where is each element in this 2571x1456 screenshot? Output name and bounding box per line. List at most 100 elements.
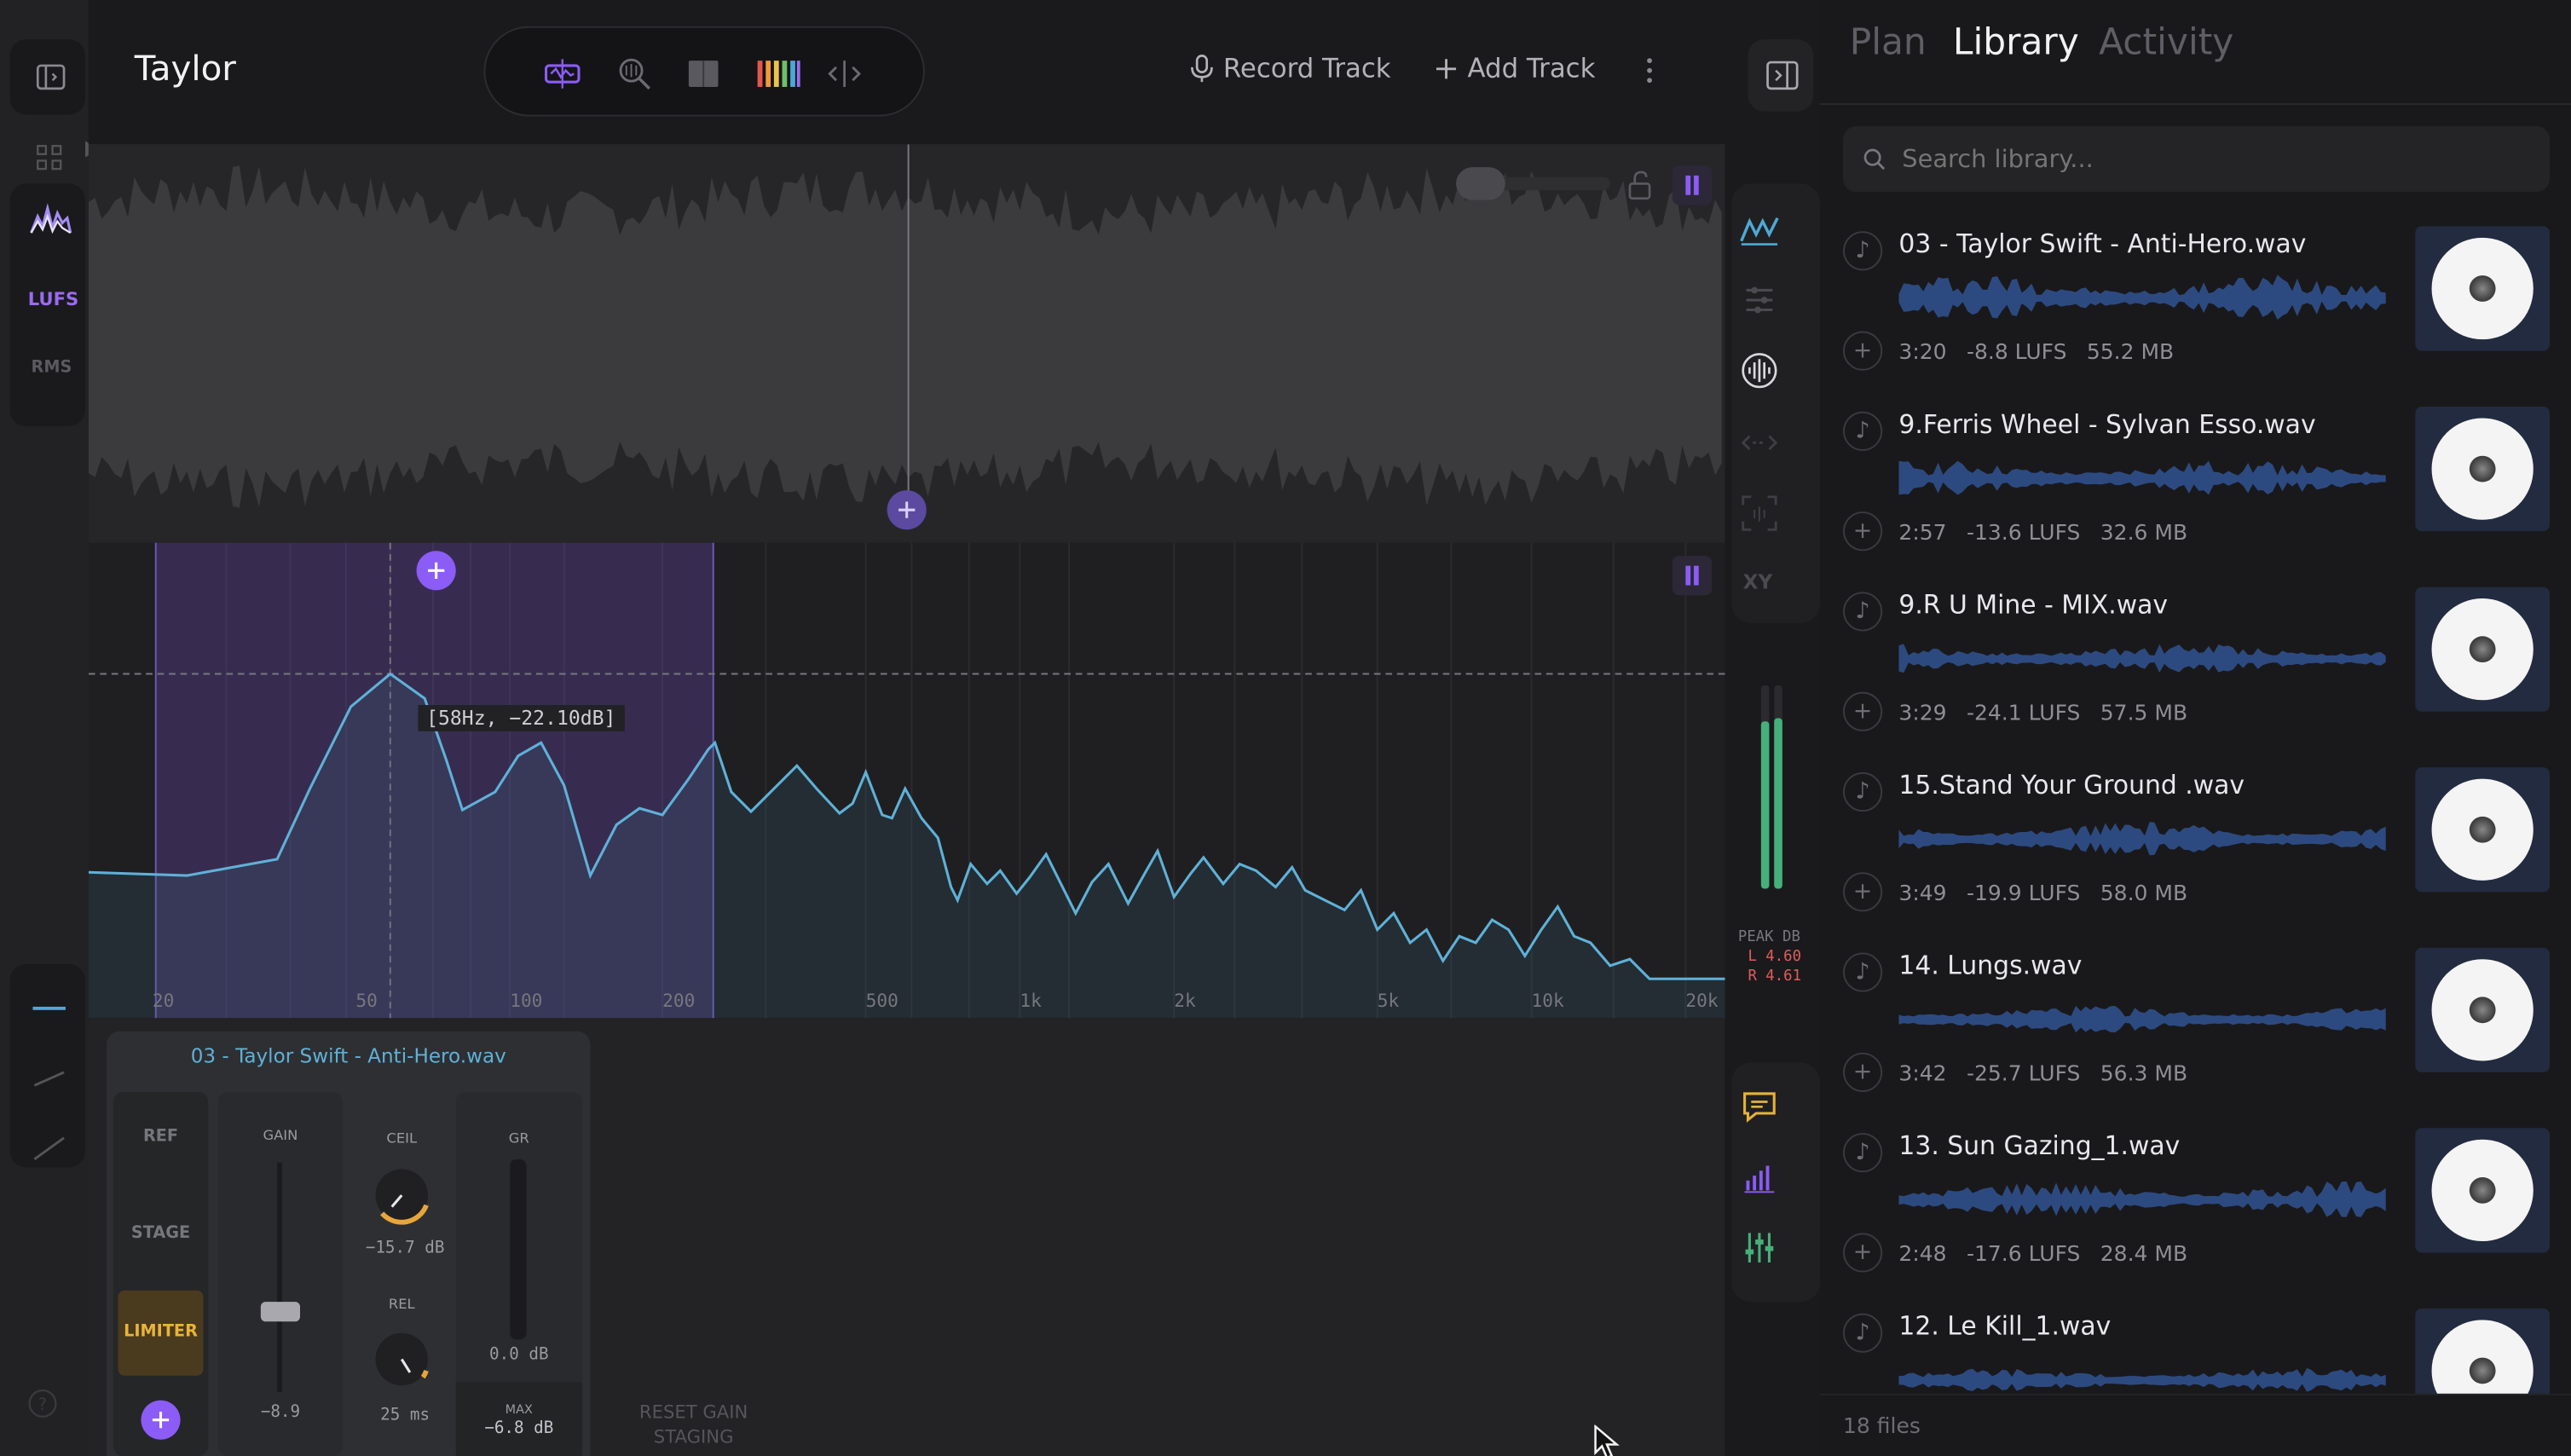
frequency-tick-label: 20k <box>1685 990 1719 1012</box>
tab-library[interactable]: Library <box>1953 23 2079 64</box>
gain-fader-track[interactable] <box>277 1162 282 1392</box>
waveform-peaks-icon[interactable] <box>30 203 72 240</box>
pause-icon <box>1685 565 1699 586</box>
list-item[interactable]: ♪ 13. Sun Gazing_1.wav + 2:48 -17.6 LUFS… <box>1820 1128 2571 1309</box>
add-to-plan-button[interactable]: + <box>1843 872 1883 912</box>
compare-view-icon[interactable] <box>826 55 862 91</box>
tab-activity[interactable]: Activity <box>2099 23 2233 64</box>
zoom-slider[interactable] <box>1456 167 1610 200</box>
peak-right: R 4.61 <box>1748 968 1801 985</box>
list-item[interactable]: ♪ 9.Ferris Wheel - Sylvan Esso.wav + 2:5… <box>1820 407 2571 587</box>
audio-file-icon[interactable]: ♪ <box>1843 592 1883 632</box>
plus-icon <box>428 562 445 579</box>
spectrum-analyzer[interactable]: [58Hz, −22.10dB] 20 50 100 200 500 1k 2k 5k 10k 2… <box>88 542 1725 1019</box>
lufs-toggle[interactable]: LUFS <box>28 289 79 310</box>
spectrum-pause-button[interactable] <box>1672 556 1713 596</box>
audio-file-icon[interactable]: ♪ <box>1843 952 1883 992</box>
ceil-knob[interactable] <box>369 1163 435 1228</box>
ref-button[interactable]: REF <box>113 1128 209 1146</box>
more-options-icon[interactable] <box>1641 55 1657 85</box>
svg-text:?: ? <box>38 1395 47 1414</box>
max-label: MAX <box>505 1401 533 1417</box>
search-box <box>1843 126 2551 193</box>
grid-icon[interactable] <box>32 141 65 173</box>
xy-toggle[interactable]: XY <box>1743 570 1773 593</box>
spectrogram-view-icon[interactable] <box>756 55 802 91</box>
audio-file-icon[interactable]: ♪ <box>1843 411 1883 451</box>
unlock-icon[interactable] <box>1626 170 1653 200</box>
stereo-view-icon[interactable] <box>685 55 721 91</box>
file-name: 9.Ferris Wheel - Sylvan Esso.wav <box>1898 409 2316 440</box>
search-input[interactable] <box>1902 126 2542 193</box>
list-item[interactable]: ♪ 03 - Taylor Swift - Anti-Hero.wav + 3:… <box>1820 226 2571 407</box>
record-track-label: Record Track <box>1222 52 1391 84</box>
waveform-view-icon[interactable] <box>544 55 581 91</box>
cursor-readout: [58Hz, −22.10dB] <box>418 705 625 731</box>
record-track-button[interactable]: Record Track <box>1190 52 1391 84</box>
gr-label: GR <box>508 1131 529 1148</box>
level-meter-right <box>1774 718 1782 889</box>
stage-button[interactable]: STAGE <box>113 1225 209 1243</box>
bar-chart-icon[interactable] <box>1735 1153 1784 1202</box>
audio-file-icon[interactable]: ♪ <box>1843 1313 1883 1353</box>
mini-waveform <box>1898 274 2386 320</box>
file-duration: 3:42 <box>1898 1062 1947 1088</box>
reset-gain-staging-button[interactable]: RESET GAIN STAGING <box>627 1401 761 1450</box>
focus-frame-icon[interactable] <box>1735 488 1784 538</box>
zoom-slider-handle[interactable] <box>1456 167 1505 200</box>
list-item[interactable]: ♪ 14. Lungs.wav + 3:42 -25.7 LUFS 56.3 M… <box>1820 947 2571 1129</box>
album-cover <box>2415 407 2551 532</box>
file-name: 13. Sun Gazing_1.wav <box>1898 1131 2181 1161</box>
line-style-slope-2[interactable] <box>32 1135 65 1161</box>
mixer-sliders-icon[interactable] <box>1735 1223 1784 1273</box>
comment-icon[interactable] <box>1735 1082 1784 1131</box>
line-style-slope-1[interactable] <box>32 1066 65 1089</box>
disc-icon <box>2431 778 2533 881</box>
library-footer <box>1820 1393 2571 1456</box>
album-cover <box>2415 767 2551 893</box>
waveform-view[interactable] <box>88 144 1725 543</box>
panel-toggle-icon[interactable] <box>1758 51 1807 101</box>
add-to-plan-button[interactable]: + <box>1843 1052 1883 1092</box>
gain-fader-handle[interactable] <box>260 1302 301 1322</box>
limiter-button[interactable]: LIMITER <box>118 1290 204 1376</box>
add-to-plan-button[interactable]: + <box>1843 331 1883 371</box>
add-to-plan-button[interactable]: + <box>1843 1233 1883 1273</box>
help-icon[interactable]: ? <box>26 1387 59 1419</box>
add-to-plan-button[interactable]: + <box>1843 511 1883 552</box>
rms-toggle[interactable]: RMS <box>32 359 72 377</box>
file-lufs: -19.9 LUFS <box>1966 881 2081 907</box>
line-style-flat[interactable] <box>32 1006 66 1010</box>
peaks-icon[interactable] <box>1735 206 1784 256</box>
add-marker-button[interactable] <box>887 490 927 530</box>
tab-plan[interactable]: Plan <box>1850 23 1927 64</box>
file-duration: 3:49 <box>1898 881 1947 907</box>
frequency-tick-label: 2k <box>1174 990 1196 1012</box>
sidebar-toggle-icon[interactable] <box>32 59 68 95</box>
rel-label: REL <box>388 1297 415 1314</box>
mouse-cursor-icon <box>1594 1424 1624 1456</box>
file-duration: 2:48 <box>1898 1242 1947 1268</box>
file-name: 03 - Taylor Swift - Anti-Hero.wav <box>1898 229 2307 259</box>
audio-file-icon[interactable]: ♪ <box>1843 771 1883 812</box>
waveform-pause-button[interactable] <box>1672 165 1713 205</box>
search-icon <box>1863 148 1886 170</box>
audio-wave-icon[interactable] <box>1735 346 1784 396</box>
add-band-button[interactable] <box>416 551 456 591</box>
audio-file-icon[interactable]: ♪ <box>1843 231 1883 271</box>
disc-icon <box>2431 1139 2533 1242</box>
add-stage-button[interactable] <box>141 1400 181 1440</box>
list-item[interactable]: ♪ 15.Stand Your Ground .wav + 3:49 -19.9… <box>1820 767 2571 948</box>
gr-value: 0.0 dB <box>489 1346 549 1365</box>
spectrum-search-icon[interactable] <box>616 55 652 91</box>
filter-bands-icon[interactable] <box>1735 275 1784 325</box>
mini-waveform <box>1898 822 2386 856</box>
stretch-icon[interactable] <box>1735 418 1784 467</box>
add-track-button[interactable]: Add Track <box>1435 53 1595 84</box>
rel-knob[interactable] <box>369 1326 435 1392</box>
list-item[interactable]: ♪ 9.R U Mine - MIX.wav + 3:29 -24.1 LUFS… <box>1820 586 2571 768</box>
add-to-plan-button[interactable]: + <box>1843 691 1883 731</box>
mini-waveform <box>1898 1181 2386 1217</box>
album-cover <box>2415 586 2551 712</box>
audio-file-icon[interactable]: ♪ <box>1843 1133 1883 1173</box>
